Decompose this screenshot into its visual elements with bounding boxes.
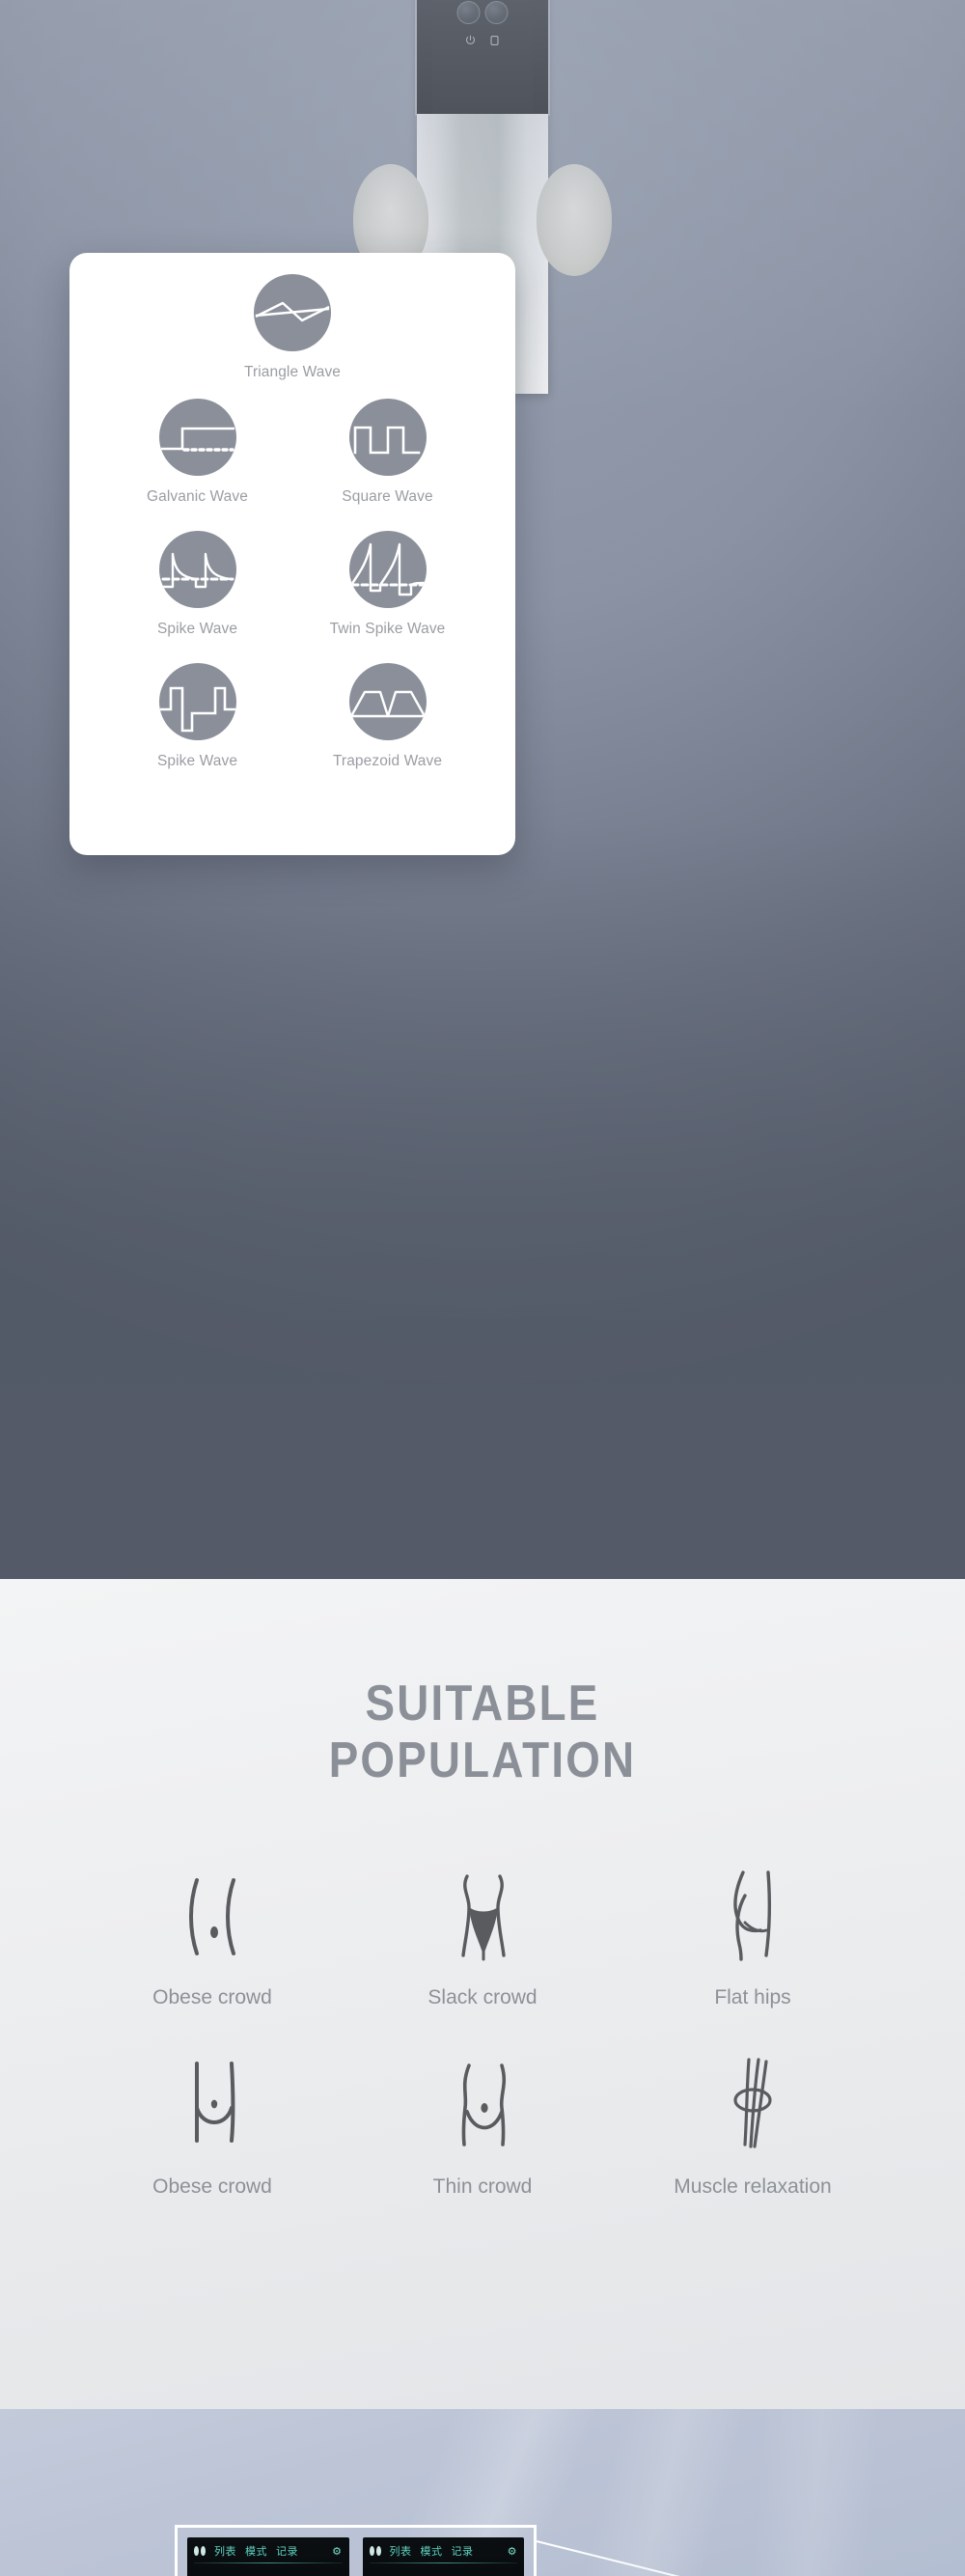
gear-icon[interactable]: ⚙ xyxy=(332,2545,342,2558)
population-label: Obese crowd xyxy=(152,2174,272,2198)
screens-highlight-frame: 列表 模式 记录 ⚙ 列表 模式 记录 ⚙ xyxy=(175,2525,537,2576)
product-detail-page: Triangle Wave Galvanic Wave Square Wave … xyxy=(0,0,965,2576)
control-screens-section: 列表 模式 记录 ⚙ 列表 模式 记录 ⚙ xyxy=(0,2409,965,2576)
gear-icon[interactable]: ⚙ xyxy=(508,2545,517,2558)
waveform-item-spike[interactable]: Spike Wave xyxy=(112,531,284,638)
mini-screen-left[interactable]: 列表 模式 记录 ⚙ xyxy=(187,2537,349,2576)
waveform-row-4: Spike Wave Trapezoid Wave xyxy=(69,663,515,770)
mini-screen-right[interactable]: 列表 模式 记录 ⚙ xyxy=(362,2537,524,2576)
population-item-muscle-relaxation[interactable]: Muscle relaxation xyxy=(618,2046,888,2199)
buttocks-profile-icon xyxy=(695,1857,811,1971)
mini-screen-menu: 列表 模式 记录 ⚙ xyxy=(369,2543,518,2559)
menu-item-mode[interactable]: 模式 xyxy=(421,2543,443,2559)
waveform-item-step-spike[interactable]: Spike Wave xyxy=(112,663,284,770)
population-label: Obese crowd xyxy=(152,1985,272,2008)
step-spike-wave-icon xyxy=(158,663,236,740)
population-item-flat-hips[interactable]: Flat hips xyxy=(618,1857,888,2009)
waveform-types-card: Triangle Wave Galvanic Wave Square Wave … xyxy=(69,253,515,855)
square-wave-icon xyxy=(348,399,427,476)
waveform-label: Triangle Wave xyxy=(243,364,342,380)
menu-item-record[interactable]: 记录 xyxy=(276,2543,298,2559)
menu-item-list[interactable]: 列表 xyxy=(214,2543,236,2559)
waveform-item-twin-spike[interactable]: Twin Spike Wave xyxy=(302,531,474,638)
loose-muscle-icon xyxy=(695,2046,811,2160)
mini-screen-menu: 列表 模式 记录 ⚙ xyxy=(194,2543,343,2559)
spike-wave-icon xyxy=(158,531,236,608)
population-row-1: Obese crowd Slack crowd Flat hips xyxy=(0,1857,965,2009)
waveform-item-galvanic[interactable]: Galvanic Wave xyxy=(112,399,284,506)
waist-outline-icon xyxy=(154,1857,270,1971)
section-title-line-1: SUITABLE xyxy=(365,1676,600,1731)
waveform-label: Square Wave xyxy=(342,488,433,505)
waveform-label: Spike Wave xyxy=(156,753,238,769)
menu-item-record[interactable]: 记录 xyxy=(452,2543,474,2559)
menu-item-list[interactable]: 列表 xyxy=(390,2543,412,2559)
waveform-label: Spike Wave xyxy=(156,621,238,637)
population-label: Flat hips xyxy=(714,1985,791,2008)
galvanic-wave-icon xyxy=(158,399,236,476)
waveform-label: Trapezoid Wave xyxy=(332,753,443,769)
population-label: Muscle relaxation xyxy=(674,2174,832,2198)
suitable-population-section: SUITABLE POPULATION Obese crowd Slack cr… xyxy=(0,1579,965,2409)
waveform-item-square[interactable]: Square Wave xyxy=(302,399,474,506)
population-item-obese-waist[interactable]: Obese crowd xyxy=(77,1857,347,2009)
section-title: SUITABLE POPULATION xyxy=(58,1579,907,1789)
waveform-label: Twin Spike Wave xyxy=(329,621,446,637)
twin-spike-wave-icon xyxy=(348,531,427,608)
waveform-row-3: Spike Wave Twin Spike Wave xyxy=(69,531,515,638)
belly-outline-icon xyxy=(154,2046,270,2160)
waveform-item-trapezoid[interactable]: Trapezoid Wave xyxy=(302,663,474,770)
population-row-2: Obese crowd Thin crowd Muscle relaxation xyxy=(0,2046,965,2199)
menu-underline xyxy=(369,2562,517,2563)
section-title-line-2: POPULATION xyxy=(328,1731,637,1788)
population-item-obese-belly[interactable]: Obese crowd xyxy=(77,2046,347,2199)
hips-silhouette-icon xyxy=(425,1857,540,1971)
waveform-item-triangle[interactable]: Triangle Wave xyxy=(207,274,378,381)
population-grid: Obese crowd Slack crowd Flat hips Obese … xyxy=(0,1857,965,2199)
population-item-slack[interactable]: Slack crowd xyxy=(347,1857,618,2009)
electrode-pads-icon xyxy=(194,2546,206,2556)
waveform-row-1: Triangle Wave xyxy=(69,274,515,381)
slim-waist-icon xyxy=(425,2046,540,2160)
population-item-thin[interactable]: Thin crowd xyxy=(347,2046,618,2199)
menu-item-mode[interactable]: 模式 xyxy=(245,2543,267,2559)
triangle-wave-icon xyxy=(254,274,331,351)
hero-section: Triangle Wave Galvanic Wave Square Wave … xyxy=(0,0,965,1579)
menu-underline xyxy=(194,2562,343,2563)
waveform-row-2: Galvanic Wave Square Wave xyxy=(69,399,515,506)
population-label: Thin crowd xyxy=(432,2174,533,2198)
waveform-label: Galvanic Wave xyxy=(147,488,248,505)
trapezoid-wave-icon xyxy=(348,663,427,740)
electrode-pads-icon xyxy=(369,2546,381,2556)
population-label: Slack crowd xyxy=(427,1985,538,2008)
